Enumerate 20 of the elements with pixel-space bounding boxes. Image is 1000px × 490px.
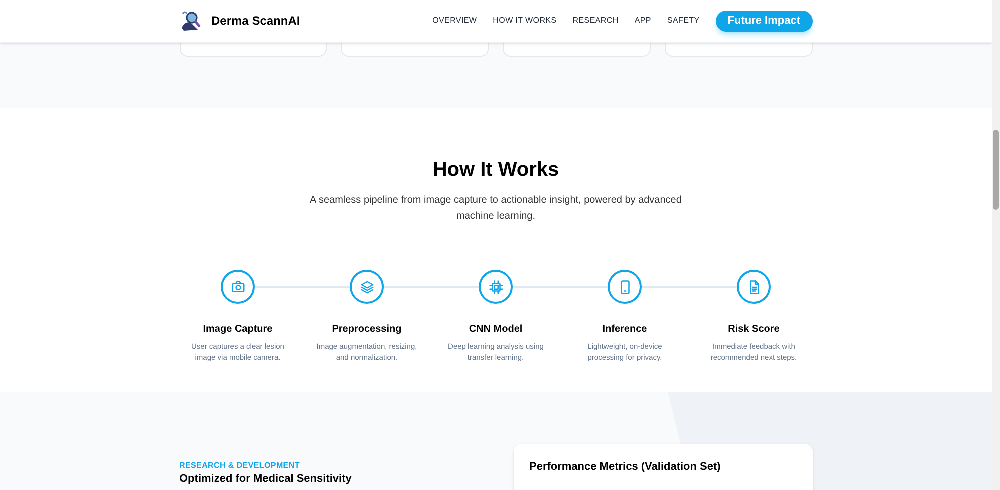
step-title: Image Capture [203, 323, 273, 337]
section-title: How It Works [432, 158, 560, 183]
nav-link[interactable]: OVERVIEW [432, 15, 478, 27]
section-eyebrow: RESEARCH & DEVELOPMENT [180, 460, 301, 472]
section-subtitle: A seamless pipeline from image capture to actionable insight, powered by advanced machine learning. [309, 194, 683, 224]
card-title: Performance Metrics (Validation Set) [530, 460, 722, 475]
nav-link[interactable]: RESEARCH [572, 15, 619, 27]
nav-link[interactable]: APP [634, 15, 652, 27]
section-heading: Optimized for Medical Sensitivity [180, 473, 353, 486]
nav-link[interactable]: SAFETY [667, 15, 700, 27]
step-title: Risk Score [728, 323, 780, 337]
logo-icon [180, 10, 204, 32]
step-title: CNN Model [469, 323, 523, 337]
step-title: Preprocessing [332, 323, 402, 337]
camera-icon [230, 280, 246, 294]
brand-name[interactable]: Derma ScannAI [212, 12, 300, 30]
chip-icon [488, 280, 504, 294]
nav-link[interactable]: HOW IT WORKS [493, 15, 557, 27]
step-title: Inference [602, 323, 648, 337]
layers-icon [360, 280, 374, 294]
